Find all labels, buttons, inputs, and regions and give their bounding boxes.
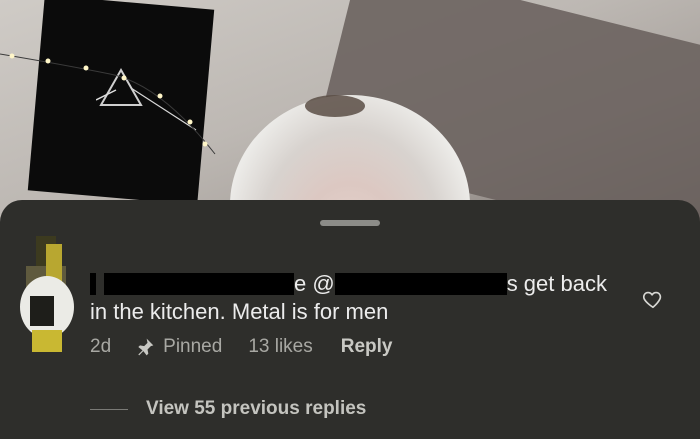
mention-prefix: e @ — [294, 271, 335, 296]
redacted-text — [104, 273, 294, 295]
avatar-shape — [32, 330, 62, 352]
replies-divider — [90, 408, 128, 410]
string-lights — [0, 53, 216, 155]
view-previous-replies[interactable]: View 55 previous replies — [90, 398, 366, 420]
comment-line-1: e @ s get back — [90, 270, 610, 298]
pinned-indicator: Pinned — [135, 336, 222, 358]
redacted-mention — [334, 273, 507, 295]
redacted-username — [90, 273, 96, 295]
pinned-label: Pinned — [163, 336, 223, 357]
drag-handle[interactable] — [320, 220, 380, 226]
pin-icon — [138, 338, 154, 356]
comments-sheet: e @ s get back in the kitchen. Metal is f… — [0, 200, 700, 439]
likes-count[interactable]: 13 likes — [248, 336, 312, 358]
comment-time: 2d — [90, 336, 112, 357]
comment-body: e @ s get back in the kitchen. Metal is f… — [90, 270, 610, 326]
reply-button[interactable]: Reply — [341, 336, 393, 358]
app-root: e @ s get back in the kitchen. Metal is f… — [0, 0, 700, 439]
comment-meta: 2d Pinned 13 likes Reply — [90, 336, 392, 358]
heart-icon[interactable] — [642, 288, 664, 310]
video-background[interactable] — [0, 0, 700, 230]
avatar-shape — [30, 296, 54, 326]
avatar[interactable] — [20, 236, 74, 366]
view-replies-label[interactable]: View 55 previous replies — [146, 398, 366, 420]
comment-line-1-end: s get back — [506, 271, 607, 296]
hair-part — [305, 95, 365, 117]
comment-line-2: in the kitchen. Metal is for men — [90, 299, 389, 324]
